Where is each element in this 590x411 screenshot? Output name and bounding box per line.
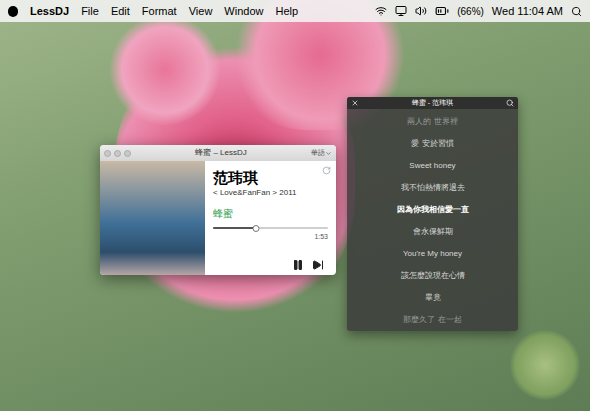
- refresh-icon[interactable]: [322, 166, 331, 175]
- volume-icon[interactable]: [415, 5, 427, 17]
- menu-item[interactable]: Edit: [111, 3, 130, 20]
- lyric-line: You're My honey: [403, 243, 462, 265]
- apple-icon[interactable]: [8, 6, 18, 17]
- lyrics-list: 兩人的 世界裡愛 安於習慣Sweet honey我不怕熱情將退去因為你我相信愛一…: [347, 109, 518, 331]
- lyric-line: 愛 安於習慣: [411, 133, 453, 155]
- zoom-button[interactable]: [124, 150, 131, 157]
- channel-select[interactable]: 華語: [311, 148, 332, 159]
- menu-bar: LessDJ File Edit Format View Window Help (66%) W…: [0, 0, 590, 22]
- app-menu[interactable]: LessDJ: [30, 3, 69, 20]
- lyric-line: 畢竟: [425, 287, 441, 309]
- wallpaper-bud: [510, 330, 580, 400]
- wifi-icon[interactable]: [375, 5, 387, 17]
- lyric-line: 我不怕熱情將退去: [401, 177, 465, 199]
- window-title: 蜂蜜 – LessDJ: [131, 147, 311, 159]
- spotlight-icon[interactable]: [571, 6, 582, 17]
- battery-text: (66%): [457, 4, 484, 19]
- menu-item[interactable]: Format: [142, 3, 177, 20]
- player-window: 蜂蜜 – LessDJ華語范玮琪< Love&FanFan > 2011 蜂蜜 1:…: [100, 145, 336, 275]
- elapsed-time: 1:53: [314, 232, 328, 243]
- desktop: LessDJ File Edit Format View Window Help (66%) W…: [0, 0, 590, 411]
- display-icon[interactable]: [395, 5, 407, 17]
- album-cover: [100, 161, 205, 275]
- battery-icon[interactable]: [435, 4, 449, 18]
- title-bar: 蜂蜜 – LessDJ華語: [100, 145, 336, 161]
- menu-item[interactable]: Window: [224, 3, 263, 20]
- album-line: < Love&FanFan > 2011: [213, 187, 328, 199]
- lyric-line: 因為你我相信愛一直: [397, 199, 469, 221]
- clock[interactable]: Wed 11:04 AM: [492, 3, 563, 20]
- close-button[interactable]: [104, 150, 111, 157]
- pause-icon[interactable]: [292, 259, 304, 271]
- menu-item[interactable]: File: [81, 3, 99, 20]
- next-icon[interactable]: [312, 259, 324, 271]
- search-icon[interactable]: [506, 99, 514, 107]
- lyric-line: 兩人的 世界裡: [407, 111, 457, 133]
- minimize-button[interactable]: [114, 150, 121, 157]
- slider-knob[interactable]: [252, 225, 259, 232]
- lyrics-title: 蜂蜜 - 范玮琪: [359, 98, 506, 109]
- lyric-line: Sweet honey: [409, 155, 455, 177]
- menu-item[interactable]: Help: [275, 3, 298, 20]
- lyric-line: 那麼久了 在一起: [403, 309, 461, 331]
- lyric-line: 會永保鮮期: [413, 221, 453, 243]
- close-icon[interactable]: [351, 99, 359, 107]
- wallpaper-flower: [110, 15, 220, 125]
- menu-item[interactable]: View: [189, 3, 213, 20]
- song-title: 蜂蜜: [213, 207, 328, 220]
- lyrics-title-bar: 蜂蜜 - 范玮琪: [347, 97, 518, 109]
- progress-slider[interactable]: [213, 224, 328, 232]
- artist: 范玮琪: [213, 169, 328, 187]
- lyrics-window: 蜂蜜 - 范玮琪兩人的 世界裡愛 安於習慣Sweet honey我不怕熱情將退去…: [347, 97, 518, 331]
- lyric-line: 該怎麼說現在心情: [401, 265, 465, 287]
